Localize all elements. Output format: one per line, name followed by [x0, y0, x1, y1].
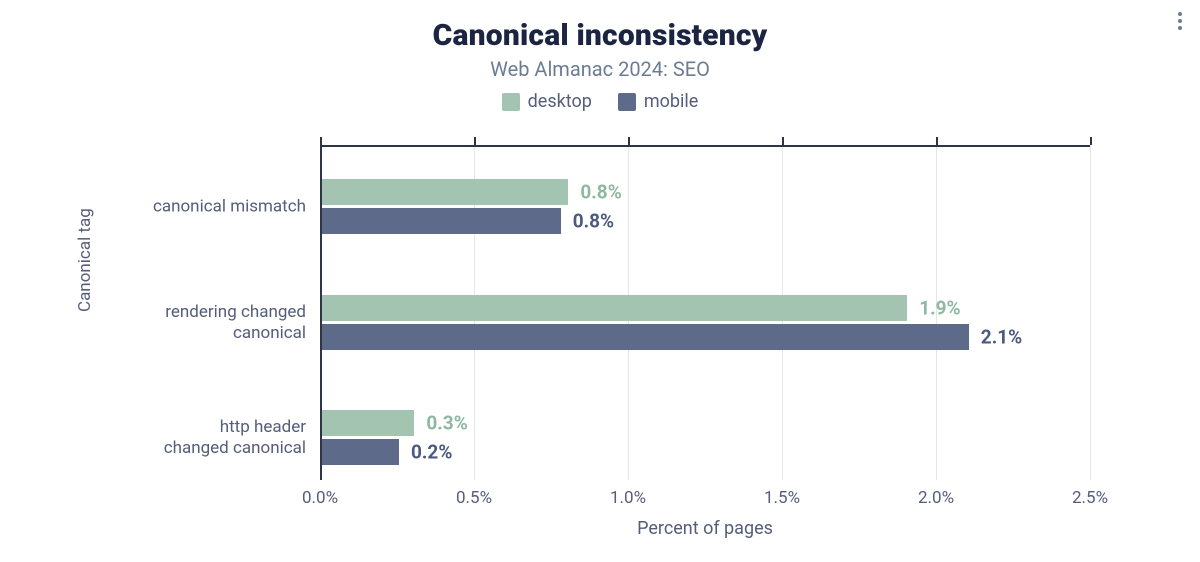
bar-mobile: [322, 208, 561, 234]
bar-value-desktop: 0.3%: [426, 412, 467, 435]
bar-value-mobile: 0.8%: [573, 210, 614, 233]
legend: desktop mobile: [0, 91, 1200, 112]
x-axis-label: Percent of pages: [637, 518, 773, 539]
x-tick: [628, 137, 630, 145]
x-tick: [936, 137, 938, 145]
chart-title: Canonical inconsistency: [0, 18, 1200, 53]
bar-value-mobile: 2.1%: [981, 326, 1022, 349]
x-tick: [320, 137, 322, 145]
category-label: rendering changed canonical rendering ch…: [120, 302, 320, 345]
x-tick-label: 1.0%: [610, 488, 646, 508]
category-label: http header changed canonical http heade…: [120, 417, 320, 460]
legend-label-desktop: desktop: [528, 91, 592, 112]
x-tick-label: 0.5%: [456, 488, 492, 508]
legend-swatch-mobile: [618, 93, 636, 111]
x-tick: [474, 137, 476, 145]
bar-value-desktop: 1.9%: [919, 297, 960, 320]
legend-item-desktop[interactable]: desktop: [502, 91, 592, 112]
legend-swatch-desktop: [502, 93, 520, 111]
bar-value-desktop: 0.8%: [580, 181, 621, 204]
category-label: canonical mismatch: [120, 196, 320, 217]
plot-area: 0.0% 0.5% 1.0% 1.5% 2.0% 2.5% Percent of…: [320, 145, 1090, 480]
x-axis-line: [320, 145, 1090, 147]
bar-mobile: [322, 439, 399, 465]
legend-label-mobile: mobile: [644, 91, 698, 112]
bar-desktop: [322, 295, 907, 321]
legend-item-mobile[interactable]: mobile: [618, 91, 698, 112]
x-tick: [1090, 137, 1092, 145]
bar-mobile: [322, 324, 969, 350]
x-tick: [782, 137, 784, 145]
x-tick-label: 0.0%: [302, 488, 338, 508]
bar-value-mobile: 0.2%: [411, 441, 452, 464]
chart-subtitle: Web Almanac 2024: SEO: [0, 57, 1200, 81]
y-axis-label: Canonical tag: [75, 208, 95, 312]
chart-container: Canonical inconsistency Web Almanac 2024…: [0, 0, 1200, 562]
bar-desktop: [322, 179, 568, 205]
x-tick-label: 2.5%: [1072, 488, 1108, 508]
x-tick-label: 2.0%: [918, 488, 954, 508]
gridline: [1090, 145, 1091, 480]
x-tick-label: 1.5%: [764, 488, 800, 508]
bar-desktop: [322, 410, 414, 436]
